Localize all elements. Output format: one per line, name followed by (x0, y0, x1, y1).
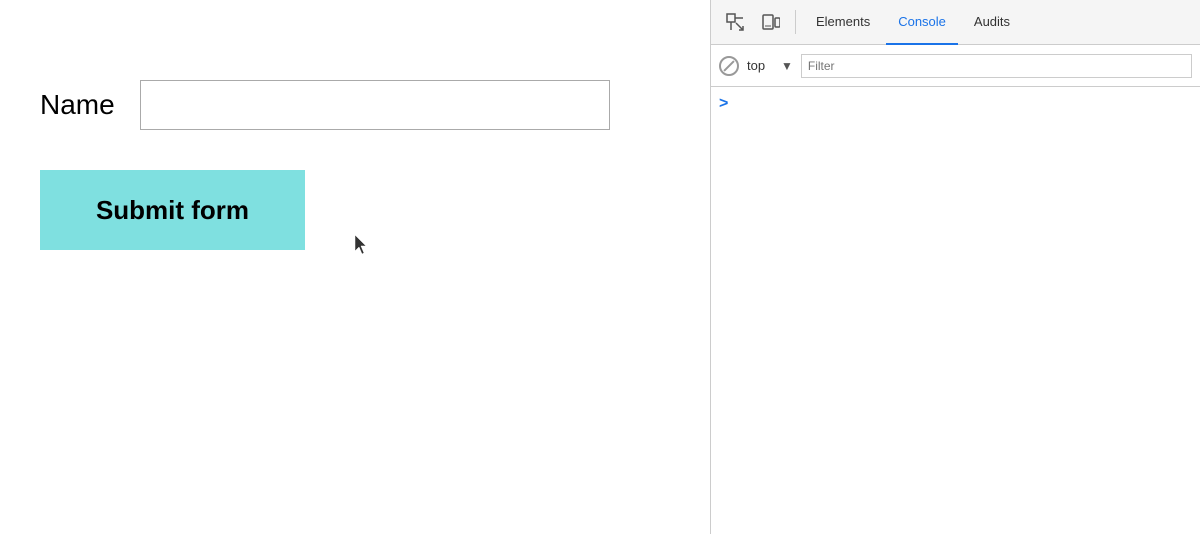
device-icon (762, 13, 780, 31)
console-filter-input[interactable] (801, 54, 1192, 78)
console-bar: top ▼ (711, 45, 1200, 87)
context-value: top (747, 58, 777, 73)
inspect-icon (726, 13, 744, 31)
tab-console[interactable]: Console (886, 0, 958, 45)
toolbar-separator (795, 10, 796, 34)
console-chevron-icon[interactable]: > (719, 95, 728, 113)
tab-audits[interactable]: Audits (962, 0, 1022, 45)
tab-elements[interactable]: Elements (804, 0, 882, 45)
console-content: > (711, 87, 1200, 534)
webpage-area: Name Submit form (0, 0, 710, 534)
form-row: Name (40, 80, 670, 130)
devtools-toolbar: Elements Console Audits (711, 0, 1200, 45)
context-dropdown-arrow[interactable]: ▼ (781, 59, 793, 73)
devtools-panel: Elements Console Audits top ▼ > (710, 0, 1200, 534)
device-toolbar-button[interactable] (755, 6, 787, 38)
name-label: Name (40, 89, 120, 121)
console-prompt-row: > (719, 95, 1192, 113)
no-entry-button[interactable] (719, 56, 739, 76)
inspect-element-button[interactable] (719, 6, 751, 38)
context-selector[interactable]: top ▼ (747, 58, 793, 73)
submit-button[interactable]: Submit form (40, 170, 305, 250)
name-input[interactable] (140, 80, 610, 130)
mouse-cursor-icon (355, 235, 371, 255)
